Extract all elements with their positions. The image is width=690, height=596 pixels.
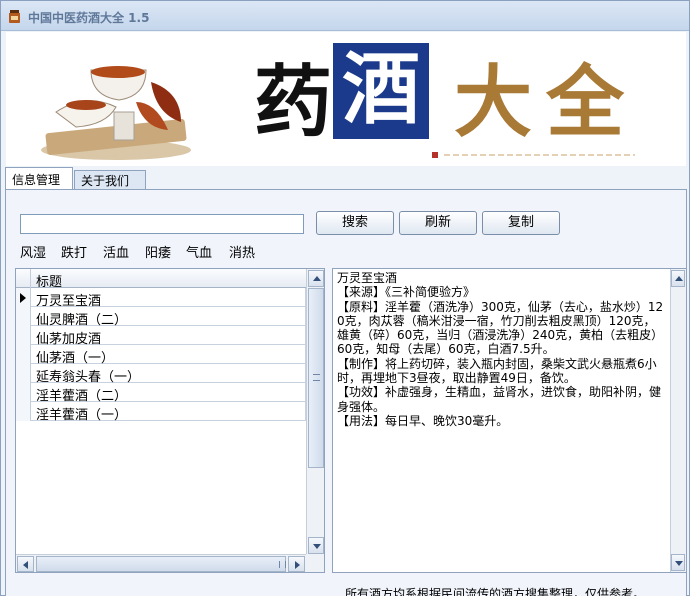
table-row[interactable]: 仙茅酒（一） bbox=[16, 345, 306, 366]
category-impotence[interactable]: 阳痿 bbox=[145, 242, 171, 261]
banner-char-2: 酒 bbox=[333, 43, 429, 139]
row-header-corner bbox=[16, 269, 31, 288]
table-row[interactable]: 延寿翁头春（一） bbox=[16, 364, 306, 385]
grid-body: 万灵至宝酒 仙灵脾酒（二） 仙茅加皮酒 仙茅酒（一） 延寿翁头春（一） 淫羊藿酒… bbox=[16, 288, 306, 423]
recipe-detail[interactable]: 万灵至宝酒 【来源】《三补简便验方》 【原料】淫羊藿（酒洗净）300克，仙茅（去… bbox=[332, 268, 687, 573]
table-row[interactable]: 淫羊藿酒（一） bbox=[16, 402, 306, 423]
category-injury[interactable]: 跌打 bbox=[61, 242, 87, 261]
detail-vertical-scrollbar[interactable] bbox=[670, 269, 686, 572]
wine-jar-icon bbox=[9, 10, 20, 23]
table-row[interactable]: 万灵至宝酒 bbox=[16, 288, 306, 309]
row-header bbox=[16, 288, 31, 307]
row-header bbox=[16, 402, 31, 421]
banner-char-1: 药 bbox=[254, 57, 333, 148]
grip-icon bbox=[279, 561, 286, 568]
disclaimer-text: 所有酒方均系根据民间流传的酒方搜集整理，仅供参考。 bbox=[345, 587, 646, 596]
list-vertical-scrollbar[interactable] bbox=[306, 269, 324, 555]
window-title: 中国中医药酒大全 1.5 bbox=[28, 11, 150, 25]
arrow-right-icon bbox=[295, 561, 300, 569]
category-rheumatism[interactable]: 风湿 bbox=[20, 242, 46, 261]
copy-button[interactable]: 复制 bbox=[482, 211, 560, 235]
category-qi-blood[interactable]: 气血 bbox=[186, 242, 212, 261]
arrow-left-icon bbox=[23, 561, 28, 569]
category-blood-circulation[interactable]: 活血 bbox=[103, 242, 129, 261]
list-horizontal-scrollbar[interactable] bbox=[16, 554, 306, 572]
scrollbar-corner bbox=[306, 554, 324, 572]
current-row-arrow-icon bbox=[20, 293, 26, 303]
table-row[interactable]: 仙灵脾酒（二） bbox=[16, 307, 306, 328]
row-header bbox=[16, 345, 31, 364]
arrow-down-icon bbox=[313, 544, 321, 549]
search-button[interactable]: 搜索 bbox=[316, 211, 394, 235]
banner-char-4: 全 bbox=[546, 57, 625, 148]
tea-cup-illustration bbox=[41, 66, 191, 160]
tab-info-management[interactable]: 信息管理 bbox=[5, 167, 73, 190]
category-clear-heat[interactable]: 消热 bbox=[229, 242, 255, 261]
tab-content: 搜索 刷新 复制 风湿 跌打 活血 阳痿 气血 消热 标题 万灵至宝酒 仙灵脾酒… bbox=[5, 189, 687, 596]
scroll-right-button[interactable] bbox=[288, 556, 305, 572]
scroll-down-button[interactable] bbox=[671, 554, 685, 571]
scroll-left-button[interactable] bbox=[17, 556, 34, 572]
row-header bbox=[16, 326, 31, 345]
recipe-detail-text[interactable]: 万灵至宝酒 【来源】《三补简便验方》 【原料】淫羊藿（酒洗净）300克，仙茅（去… bbox=[337, 271, 667, 428]
horizontal-scroll-thumb[interactable] bbox=[36, 556, 286, 572]
banner: 药 酒 大 全 bbox=[6, 32, 686, 166]
scroll-up-button[interactable] bbox=[671, 270, 685, 287]
row-title: 淫羊藿酒（一） bbox=[36, 408, 128, 423]
table-row[interactable]: 仙茅加皮酒 bbox=[16, 326, 306, 347]
arrow-up-icon bbox=[675, 276, 683, 281]
arrow-down-icon bbox=[675, 561, 683, 566]
table-row[interactable]: 淫羊藿酒（二） bbox=[16, 383, 306, 404]
recipe-list[interactable]: 标题 万灵至宝酒 仙灵脾酒（二） 仙茅加皮酒 仙茅酒（一） 延寿翁头春（一） 淫… bbox=[15, 268, 325, 573]
tab-about-us[interactable]: 关于我们 bbox=[74, 170, 146, 189]
row-header bbox=[16, 383, 31, 402]
app-window: 中国中医药酒大全 1.5 药 酒 大 全 信息管理 关于我们 搜索 刷新 复制 bbox=[0, 0, 690, 596]
refresh-button[interactable]: 刷新 bbox=[399, 211, 477, 235]
scroll-up-button[interactable] bbox=[308, 270, 324, 287]
row-header bbox=[16, 364, 31, 383]
row-header bbox=[16, 307, 31, 326]
grid-header: 标题 bbox=[16, 269, 306, 290]
grip-icon bbox=[313, 374, 320, 381]
scroll-thumb[interactable] bbox=[308, 288, 324, 468]
title-bar[interactable]: 中国中医药酒大全 1.5 bbox=[1, 1, 689, 31]
banner-char-3: 大 bbox=[454, 57, 533, 148]
arrow-up-icon bbox=[313, 276, 321, 281]
banner-decoration bbox=[432, 152, 635, 158]
scroll-down-button[interactable] bbox=[308, 537, 324, 554]
search-input[interactable] bbox=[20, 214, 304, 234]
